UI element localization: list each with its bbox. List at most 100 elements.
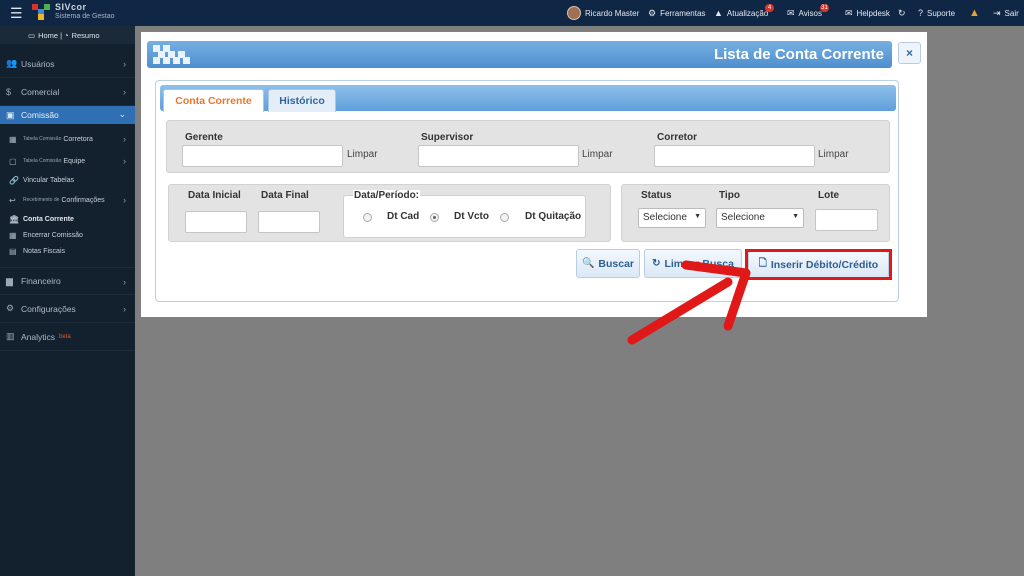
nav-helpdesk[interactable]: ✉ Helpdesk [845, 0, 890, 26]
cogs-icon: ⚙ [648, 7, 657, 18]
gerente-input[interactable] [182, 145, 343, 167]
lote-label: Lote [818, 190, 840, 201]
sidebar-sub-label: Notas Fiscais [23, 247, 66, 255]
corretor-limpar-link[interactable]: Limpar [818, 149, 849, 160]
copy-icon: ▤ [9, 246, 17, 256]
top-navbar: ☰ SIVcor Sistema de Gestao Ricardo Maste… [0, 0, 1024, 26]
supervisor-input[interactable] [418, 145, 579, 167]
avatar [567, 6, 581, 20]
buscar-button-label: Buscar [598, 257, 635, 270]
status-filter-group: Status Selecione ▼ Tipo Selecione ▼ Lote [621, 184, 890, 242]
corretor-input[interactable] [654, 145, 815, 167]
data-inicial-input[interactable] [185, 211, 247, 233]
lote-input[interactable] [815, 209, 878, 231]
nav-ferramentas[interactable]: ⚙ Ferramentas [648, 0, 705, 26]
sidebar-item-usuarios[interactable]: 👥 Usuários › [0, 50, 135, 78]
bar-chart-icon: ▥ [6, 331, 15, 341]
limpar-busca-button-label: Limpar Busca [664, 257, 734, 270]
sidebar-item-label: Comissão [21, 110, 59, 120]
tipo-select[interactable]: Selecione ▼ [716, 208, 804, 228]
brand-logo [32, 4, 50, 20]
status-select[interactable]: Selecione ▼ [638, 208, 706, 228]
sidebar-sub-label: Conta Corrente [23, 215, 74, 223]
gerente-limpar-link[interactable]: Limpar [347, 149, 378, 160]
close-button[interactable]: × [898, 42, 921, 64]
sidebar-sub-label: Encerrar Comissão [23, 231, 83, 239]
chevron-right-icon: › [123, 304, 126, 314]
highlight-box [745, 249, 892, 280]
nav-sair[interactable]: ⇥ Sair [993, 0, 1019, 26]
tab-conta-corrente[interactable]: Conta Corrente [163, 89, 264, 112]
brand-subtitle: Sistema de Gestao [55, 13, 115, 20]
chevron-right-icon: › [123, 134, 126, 144]
chevron-right-icon: › [123, 87, 126, 97]
radio-dt-cad[interactable] [363, 213, 372, 222]
caret-down-icon: ▼ [792, 213, 799, 220]
nav-atualizacao[interactable]: ▲ Atualização [714, 0, 768, 26]
buscar-button[interactable]: 🔍 Buscar [576, 249, 640, 278]
dollar-icon: $ [6, 86, 12, 97]
reply-icon: ↩ [9, 195, 16, 205]
brand: SIVcor Sistema de Gestao [55, 3, 115, 21]
data-final-input[interactable] [258, 211, 320, 233]
logout-icon: ⇥ [993, 7, 1001, 18]
dashboard-icon: ◔ [64, 30, 69, 40]
radio-dt-vcto[interactable] [430, 213, 439, 222]
table-icon: ▢ [9, 156, 17, 166]
money-icon: ▣ [6, 109, 15, 120]
sidebar-sub-notas[interactable]: ▤ Notas Fiscais [0, 242, 135, 260]
beta-badge: beta [59, 333, 71, 340]
sidebar-sub-vincular[interactable]: 🔗 Vincular Tabelas [0, 171, 135, 189]
gerente-label: Gerente [185, 132, 223, 143]
sidebar-item-analytics[interactable]: ▥ Analytics beta [0, 323, 135, 351]
user-menu[interactable]: Ricardo Master [567, 0, 639, 26]
periodo-label: Data/Período: [353, 190, 421, 201]
breadcrumb-resumo[interactable]: Resumo [72, 31, 100, 40]
limpar-busca-button[interactable]: ↻ Limpar Busca [644, 249, 742, 278]
tipo-label: Tipo [719, 190, 740, 201]
cogs-icon: ⚙ [6, 303, 15, 313]
alert-button[interactable]: ▲ [969, 0, 980, 26]
helpdesk-icon: ✉ [845, 7, 853, 18]
avisos-badge: 31 [820, 4, 829, 12]
sidebar-item-label: Analytics [21, 331, 56, 342]
sidebar-item-financeiro[interactable]: ▆ Financeiro › [0, 267, 135, 295]
sidebar-sub-corretora[interactable]: ▦ Tabela Comissão Corretora › [0, 130, 135, 148]
briefcase-icon: ▆ [6, 275, 13, 286]
atualizacao-badge: 4 [765, 4, 774, 12]
radio-dt-quitacao[interactable] [500, 213, 509, 222]
search-icon: 🔍 [581, 258, 595, 269]
sidebar-sub-confirmacoes[interactable]: ↩ Recebimento de Confirmações › [0, 191, 135, 209]
nav-avisos[interactable]: ✉ Avisos [787, 0, 822, 26]
nav-helpdesk-label: Helpdesk [856, 8, 890, 18]
supervisor-limpar-link[interactable]: Limpar [582, 149, 613, 160]
nav-atualizacao-label: Atualização [726, 8, 769, 18]
sidebar-sub-label: Equipe [63, 157, 86, 165]
sidebar-sub-equipe[interactable]: ▢ Tabela Comissão Equipe › [0, 152, 135, 170]
chevron-down-icon: ⌄ [118, 109, 126, 119]
sidebar-item-comissao[interactable]: ▣ Comissão ⌄ [0, 106, 135, 124]
corretor-label: Corretor [657, 132, 698, 143]
status-label: Status [641, 190, 672, 201]
chevron-right-icon: › [123, 195, 126, 205]
nav-sair-label: Sair [1004, 8, 1019, 18]
refresh-icon: ↻ [652, 258, 661, 269]
nav-suporte[interactable]: ? Suporte [918, 0, 955, 26]
chevron-right-icon: › [123, 156, 126, 166]
status-select-value: Selecione [643, 212, 687, 223]
modal-titlebar: Lista de Conta Corrente [147, 41, 892, 68]
sidebar: ▭ Home | ◔ Resumo 👥 Usuários › $ Comerci… [0, 26, 135, 576]
sidebar-item-configuracoes[interactable]: ⚙ Configurações › [0, 295, 135, 323]
periodo-box: Data/Período: Dt Cad Dt Vcto Dt Quitação [343, 190, 586, 238]
breadcrumb-home[interactable]: Home [38, 31, 58, 40]
folder-icon: ▭ [28, 30, 36, 40]
tab-historico[interactable]: Histórico [268, 89, 336, 112]
sidebar-item-comercial[interactable]: $ Comercial › [0, 78, 135, 106]
user-name: Ricardo Master [585, 8, 640, 18]
date-filter-group: Data Inicial Data Final Data/Período: Dt… [168, 184, 611, 242]
sub-prefix: Tabela Comissão [23, 158, 62, 164]
supervisor-label: Supervisor [421, 132, 474, 143]
data-inicial-label: Data Inicial [188, 190, 241, 201]
hamburger-menu-icon[interactable]: ☰ [10, 5, 23, 22]
refresh-button[interactable]: ↻ [898, 0, 910, 26]
